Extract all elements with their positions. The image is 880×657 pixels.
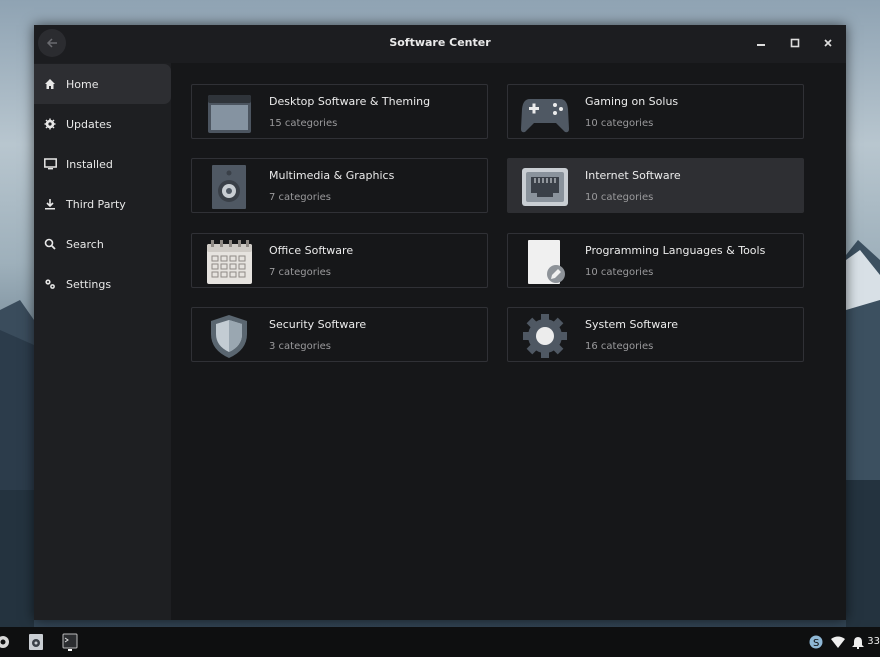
terminal-icon	[62, 633, 78, 651]
home-icon	[43, 77, 57, 91]
software-center-window: Software Center Home Updates Installed T…	[34, 25, 846, 620]
sidebar-item-updates[interactable]: Updates	[34, 104, 171, 144]
speaker-app-icon	[29, 634, 43, 650]
settings-icon	[43, 277, 57, 291]
category-title: Security Software	[269, 318, 367, 331]
category-count: 16 categories	[585, 341, 654, 352]
category-count: 7 categories	[269, 267, 331, 278]
close-button[interactable]	[821, 36, 835, 50]
sidebar-item-label: Settings	[66, 277, 112, 291]
sidebar-item-label: Third Party	[66, 197, 126, 211]
app-menu-icon	[0, 636, 9, 648]
category-card-internet[interactable]: Internet Software 10 categories	[507, 158, 804, 213]
minimize-button[interactable]	[754, 36, 768, 50]
close-icon	[824, 39, 832, 47]
sidebar-item-label: Search	[66, 237, 104, 251]
category-card-office[interactable]: Office Software 7 categories	[191, 233, 488, 288]
wifi-icon	[831, 636, 845, 648]
titlebar: Software Center	[34, 25, 846, 63]
desktop-icon	[208, 95, 251, 133]
minimize-icon	[757, 44, 765, 46]
category-count: 15 categories	[269, 118, 338, 129]
category-title: Desktop Software & Theming	[269, 95, 431, 108]
taskbar: S 33	[0, 627, 880, 657]
category-title: Internet Software	[585, 169, 681, 182]
category-count: 10 categories	[585, 118, 654, 129]
network-port-icon	[522, 168, 568, 206]
svg-text:S: S	[813, 638, 819, 649]
category-count: 10 categories	[585, 192, 654, 203]
skype-tray-icon[interactable]: S	[807, 633, 825, 651]
category-card-gaming[interactable]: Gaming on Solus 10 categories	[507, 84, 804, 139]
category-card-system[interactable]: System Software 16 categories	[507, 307, 804, 362]
category-count: 7 categories	[269, 192, 331, 203]
category-card-security[interactable]: Security Software 3 categories	[191, 307, 488, 362]
category-title: Multimedia & Graphics	[269, 169, 395, 182]
document-edit-icon	[528, 240, 565, 284]
sidebar-item-label: Home	[66, 77, 99, 91]
category-count: 3 categories	[269, 341, 331, 352]
category-title: Gaming on Solus	[585, 95, 679, 108]
category-title: System Software	[585, 318, 679, 331]
menu-button[interactable]	[0, 633, 12, 651]
sidebar-item-installed[interactable]: Installed	[34, 144, 171, 184]
sidebar: Home Updates Installed Third Party Searc…	[34, 63, 171, 620]
maximize-icon	[790, 38, 800, 48]
category-card-programming[interactable]: Programming Languages & Tools 10 categor…	[507, 233, 804, 288]
sidebar-item-settings[interactable]: Settings	[34, 264, 171, 304]
bell-icon	[852, 636, 864, 649]
shield-icon	[211, 315, 247, 358]
skype-icon: S	[809, 635, 823, 649]
category-count: 10 categories	[585, 267, 654, 278]
gear-update-icon	[43, 117, 57, 131]
category-title: Programming Languages & Tools	[585, 244, 766, 257]
download-icon	[43, 197, 57, 211]
sidebar-item-third-party[interactable]: Third Party	[34, 184, 171, 224]
notifications-tray-icon[interactable]	[849, 633, 867, 651]
category-card-desktop[interactable]: Desktop Software & Theming 15 categories	[191, 84, 488, 139]
calendar-icon	[207, 240, 252, 284]
taskbar-terminal[interactable]	[61, 633, 79, 651]
sidebar-item-label: Installed	[66, 157, 113, 171]
gamepad-icon	[521, 99, 569, 133]
system-gear-icon	[523, 314, 567, 358]
taskbar-software-center[interactable]	[27, 633, 45, 651]
search-icon	[43, 237, 57, 251]
window-title: Software Center	[389, 36, 491, 49]
clock[interactable]: 33	[867, 636, 880, 647]
category-grid: Desktop Software & Theming 15 categories…	[171, 63, 846, 620]
category-card-multimedia[interactable]: Multimedia & Graphics 7 categories	[191, 158, 488, 213]
wifi-tray-icon[interactable]	[829, 633, 847, 651]
speaker-icon	[212, 165, 246, 209]
category-title: Office Software	[269, 244, 354, 257]
monitor-icon	[43, 157, 57, 171]
sidebar-item-label: Updates	[66, 117, 112, 131]
sidebar-item-home[interactable]: Home	[34, 64, 171, 104]
maximize-button[interactable]	[788, 36, 802, 50]
sidebar-item-search[interactable]: Search	[34, 224, 171, 264]
